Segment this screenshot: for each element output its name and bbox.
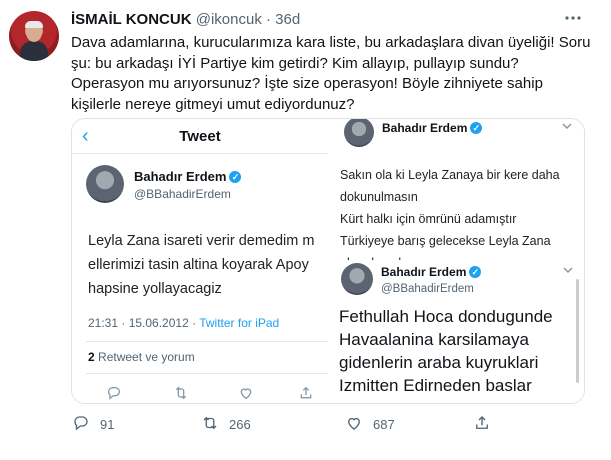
like-icon (345, 414, 363, 435)
retweet-icon (201, 414, 219, 435)
share-button[interactable] (473, 414, 491, 435)
screenshot-user-handle: @BBahadirErdem (381, 283, 474, 295)
avatar-hair (25, 21, 43, 28)
screenshot-timestamp: 21:31 · 15.06.2012 · (88, 316, 200, 330)
screenshot-source: Twitter for iPad (199, 316, 280, 330)
share-icon (298, 385, 314, 403)
screenshot-text-line: olmadan olmaz (340, 252, 580, 260)
screenshot-user-name: Bahadır Erdem ✓ (382, 121, 483, 135)
screenshot-divider (86, 373, 328, 374)
screenshot-text-line: ellerimizi tasin altina koyarak Apoy (88, 257, 309, 273)
screenshot-nav-bar: ‹ Tweet (72, 119, 328, 154)
screenshot-divider (86, 341, 328, 342)
media-image-2[interactable]: Bahadır Erdem ✓ Sakın ola ki Leyla Zanaya… (329, 119, 584, 260)
screenshot-user-name-text: Bahadır Erdem (381, 265, 467, 279)
chevron-down-icon (562, 121, 572, 133)
like-icon (238, 385, 254, 403)
screenshot-nav-title: Tweet (179, 128, 221, 145)
retweet-count: 266 (229, 417, 251, 432)
chevron-down-icon (563, 265, 573, 277)
verified-badge-icon: ✓ (469, 266, 482, 278)
author-name[interactable]: İSMAİL KONCUK (71, 11, 192, 28)
tweet-actions: 91 266 687 (0, 414, 611, 436)
screenshot-user-name: Bahadır Erdem ✓ (381, 265, 482, 279)
screenshot-avatar (344, 119, 374, 147)
screenshot-avatar (341, 263, 373, 295)
screenshot-user-name-text: Bahadır Erdem (134, 169, 227, 184)
screenshot-user-name-text: Bahadır Erdem (382, 121, 468, 135)
retweet-button[interactable]: 266 (201, 414, 251, 435)
screenshot-text-line: Kürt halkı için ömrünü adamıştır (340, 212, 517, 226)
verified-badge-icon: ✓ (470, 122, 483, 134)
tweet-text-line: şu: bu arkadaşı İYİ Partiye kim getirdi?… (71, 54, 519, 72)
media-divider (328, 119, 330, 403)
time-separator: · (266, 11, 271, 28)
tweet-time[interactable]: 36d (275, 11, 300, 28)
reply-icon (106, 385, 122, 403)
retweet-icon (172, 385, 190, 403)
author-handle[interactable]: @ikoncuk (196, 11, 262, 28)
screenshot-retweet-info: 2 Retweet ve yorum (88, 350, 195, 364)
screenshot-text-line: dokunulmasın (340, 190, 418, 204)
reply-icon (72, 414, 90, 435)
reply-button[interactable]: 91 (72, 414, 114, 435)
screenshot-retweet-label: Retweet ve yorum (94, 350, 195, 364)
verified-badge-icon: ✓ (229, 171, 242, 183)
tweet-header: İSMAİL KONCUK @ikoncuk · 36d (71, 11, 300, 28)
tweet-text: Dava adamlarına, kurucularımıza kara lis… (71, 33, 596, 115)
tweet-text-line: Operasyon mu arıyorsunuz? İşte size oper… (71, 75, 543, 92)
like-button[interactable]: 687 (345, 414, 395, 435)
screenshot-text-line: Türkiyeye barış gelecekse Leyla Zana (340, 234, 551, 248)
screenshot-tweet-text: Sakın ola ki Leyla Zanaya bir kere daha … (340, 164, 580, 260)
screenshot-text-line: Havaalanina karsilamaya (339, 330, 529, 349)
screenshot-text-line: Leyla Zana isareti verir demedim m (88, 233, 315, 249)
avatar-figure (20, 41, 48, 61)
reply-count: 91 (100, 417, 115, 432)
screenshot-text-line: Izmitten Edirneden baslar (339, 376, 532, 395)
screenshot-user-name: Bahadır Erdem ✓ (134, 169, 242, 184)
media-grid: ‹ Tweet Bahadır Erdem ✓ @BBahadirErdem Le… (71, 118, 585, 404)
screenshot-retweet-count: 2 (88, 350, 95, 364)
screenshot-user-handle: @BBahadirErdem (134, 187, 231, 201)
screenshot-tweet-text: Fethullah Hoca dondugunde Havaalanina ka… (339, 305, 584, 397)
share-icon (473, 414, 491, 435)
tweet-text-line: Dava adamlarına, kurucularımıza kara lis… (71, 34, 591, 51)
media-image-1[interactable]: ‹ Tweet Bahadır Erdem ✓ @BBahadirErdem Le… (72, 119, 328, 403)
like-count: 687 (373, 417, 395, 432)
screenshot-meta: 21:31 · 15.06.2012 · Twitter for iPad (88, 316, 279, 330)
screenshot-avatar (86, 165, 124, 203)
author-avatar[interactable] (9, 11, 59, 61)
more-icon[interactable] (562, 11, 584, 25)
screenshot-text-line: hapsine yollayacagiz (88, 281, 222, 297)
tweet-text-line: kişilerle nereye gitmeyi umut ediyordunu… (71, 95, 355, 113)
media-image-3[interactable]: Bahadır Erdem ✓ @BBahadirErdem Fethullah … (329, 261, 584, 403)
screenshot-text-line: Fethullah Hoca dondugunde (339, 307, 553, 326)
screenshot-text-line: gidenlerin araba kuyruklari (339, 353, 539, 372)
screenshot-tweet-text: Leyla Zana isareti verir demedim m eller… (88, 229, 328, 301)
screenshot-text-line: Sakın ola ki Leyla Zanaya bir kere daha (340, 168, 560, 182)
